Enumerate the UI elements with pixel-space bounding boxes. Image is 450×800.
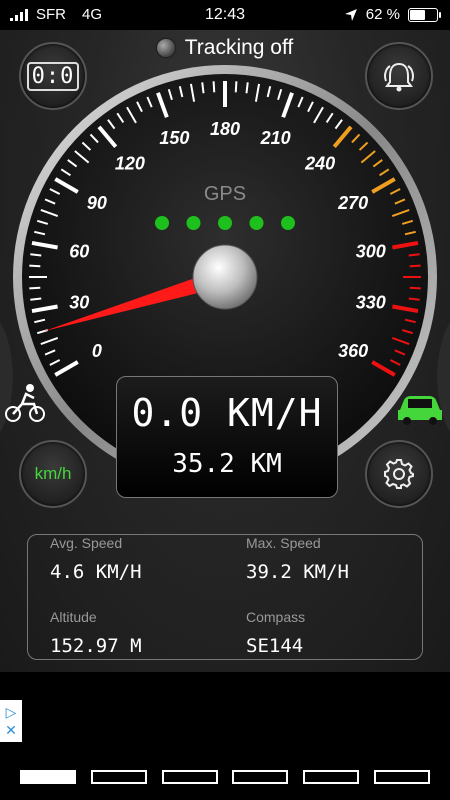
gauge-tick-label: 0 (92, 341, 102, 361)
battery-percent: 62 % (365, 6, 400, 23)
max-speed-label: Max. Speed (246, 535, 321, 551)
speed-display: 0.0 KM/H 35.2 KM (116, 376, 338, 498)
gauge-tick-label: 360 (338, 341, 368, 361)
gear-icon (384, 459, 414, 489)
trip-distance: 35.2 KM (172, 449, 282, 479)
bicycle-mode-button[interactable] (0, 322, 56, 432)
page-dot[interactable] (161, 770, 218, 784)
gauge-tick (29, 286, 41, 290)
gauge-tick-label: 240 (304, 154, 335, 174)
gps-signal-dot (186, 216, 201, 230)
gauge-tick-label: 270 (337, 193, 368, 213)
settings-button[interactable] (365, 440, 433, 508)
unit-label: km/h (34, 464, 72, 483)
altitude-stat: Altitude 152.97 M (50, 609, 230, 657)
gauge-tick (201, 82, 205, 94)
gauge-tick-label: 90 (87, 193, 107, 213)
gauge-tick (30, 297, 42, 301)
altitude-label: Altitude (50, 609, 97, 625)
altitude-value: 152.97 M (50, 635, 142, 657)
avg-speed-stat: Avg. Speed 4.6 KM/H (50, 535, 230, 583)
gauge-tick-label: 150 (159, 128, 189, 148)
gauge-tick (30, 253, 42, 257)
page-dot[interactable] (232, 770, 289, 784)
page-dot[interactable] (90, 770, 147, 784)
gauge-tick-label: 330 (356, 293, 386, 313)
compass-label: Compass (246, 609, 306, 625)
page-indicator (20, 770, 430, 786)
gauge-tick (212, 81, 216, 93)
gauge-tick (408, 297, 420, 301)
needle-hub (192, 244, 258, 310)
max-speed-value: 39.2 KM/H (246, 561, 349, 583)
compass-stat: Compass SE144 (246, 609, 426, 657)
avg-speed-value: 4.6 KM/H (50, 561, 142, 583)
avg-speed-label: Avg. Speed (50, 535, 123, 551)
trip-stats-panel: Avg. Speed 4.6 KM/H Max. Speed 39.2 KM/H… (27, 534, 423, 660)
gps-signal-dot (155, 216, 169, 230)
compass-value: SE144 (246, 635, 304, 657)
status-bar: SFR 4G 12:43 62 % (0, 0, 450, 30)
speed-unit-button[interactable]: km/h (19, 440, 87, 508)
gauge-tick (245, 82, 249, 94)
gauge-tick (408, 253, 420, 257)
ad-choices-icon: ▷ (5, 704, 17, 720)
ad-close-icon: ✕ (5, 722, 17, 738)
page-dot[interactable] (20, 770, 76, 784)
battery-icon (408, 7, 441, 22)
gauge-tick (409, 264, 421, 268)
gps-signal-dot (281, 216, 295, 230)
gauge-tick-label: 210 (260, 128, 291, 148)
speedometer-app: 0 30 60 90 120 150 180 210 240 270 300 330 360 GPS T… (0, 30, 450, 672)
page-dot[interactable] (373, 770, 430, 784)
tracking-indicator-icon (156, 39, 175, 57)
gauge-tick-label: 300 (356, 241, 386, 261)
gauge-tick-label: 30 (69, 293, 89, 313)
tracking-label: Tracking off (184, 36, 294, 59)
current-speed: 0.0 KM/H (131, 391, 323, 435)
car-icon (398, 322, 450, 432)
gps-signal-dot (218, 216, 232, 230)
alarm-bell-icon (384, 62, 414, 92)
max-speed-stat: Max. Speed 39.2 KM/H (246, 535, 426, 583)
gauge-tick-label: 180 (210, 119, 240, 139)
gauge-tick-label: 60 (69, 241, 89, 261)
gauge-tick (29, 264, 41, 268)
gps-signal-dot (249, 216, 264, 230)
timer-label: 0:0 (26, 61, 80, 91)
alarm-button[interactable] (365, 42, 433, 110)
ad-choices-badge[interactable]: ▷ ✕ (0, 700, 22, 742)
gauge-tick (234, 81, 238, 93)
location-arrow-icon (344, 8, 357, 21)
bicycle-icon (0, 322, 45, 432)
gps-label: GPS (204, 183, 246, 205)
gauge-tick-label: 120 (115, 154, 145, 174)
gauge-tick (409, 286, 421, 290)
car-mode-button[interactable] (394, 322, 450, 432)
timer-button[interactable]: 0:0 (19, 42, 87, 110)
page-dot[interactable] (303, 770, 360, 784)
